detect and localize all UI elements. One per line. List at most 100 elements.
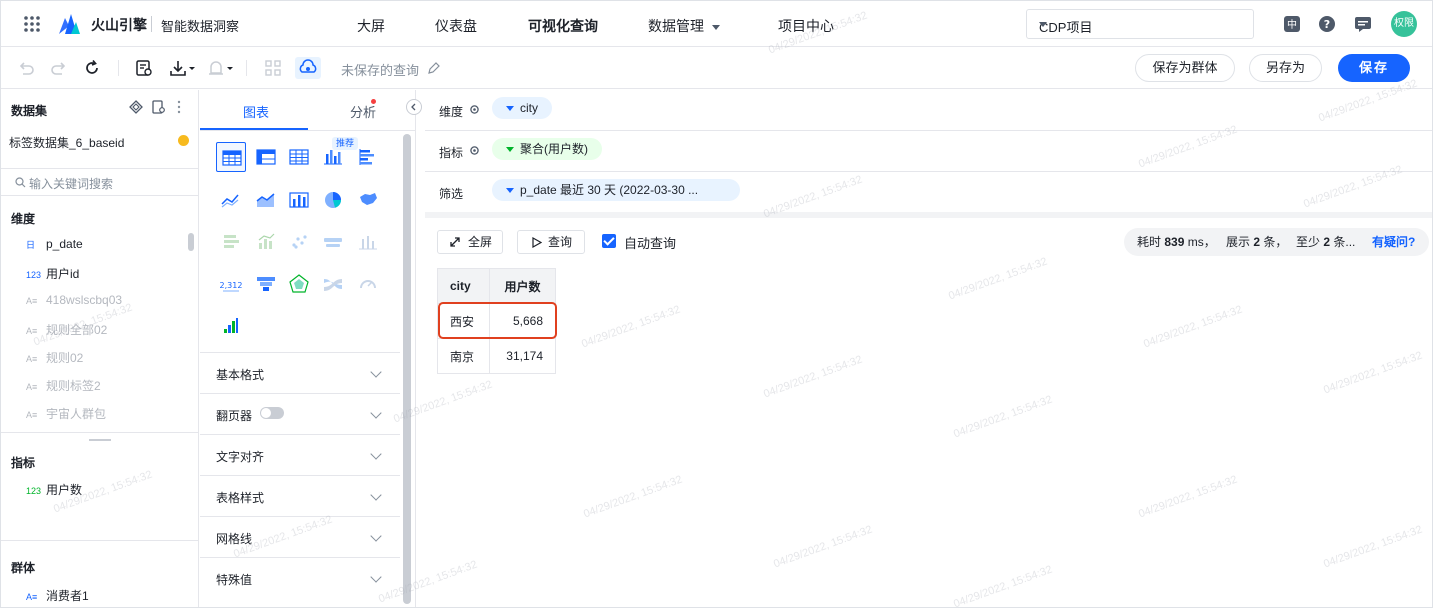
- dimension-field[interactable]: A≡ 规则标签2: [26, 377, 101, 394]
- dimension-scrollbar[interactable]: [188, 233, 194, 251]
- dimension-pill-city[interactable]: city: [492, 97, 552, 119]
- field-name: 418wslscbq03: [46, 293, 123, 307]
- collapse-panel-button[interactable]: [406, 99, 422, 115]
- more-icon[interactable]: [176, 100, 182, 114]
- map-chart-icon[interactable]: [353, 185, 383, 215]
- radar-chart-icon[interactable]: [284, 269, 314, 299]
- pivot-table-icon[interactable]: [251, 142, 281, 172]
- text-type-icon: A≡: [26, 382, 38, 392]
- alert-icon[interactable]: [206, 58, 236, 78]
- dimension-field[interactable]: A≡ 规则02: [26, 349, 83, 366]
- project-select[interactable]: CDP项目: [1026, 9, 1254, 39]
- scatter-chart-icon[interactable]: [284, 227, 314, 257]
- area-chart-icon[interactable]: [251, 185, 281, 215]
- chevron-down-icon: [370, 448, 382, 460]
- column-chart-icon[interactable]: [353, 227, 383, 257]
- nav-data-management[interactable]: 数据管理: [648, 16, 720, 36]
- pie-chart-icon[interactable]: [318, 185, 348, 215]
- funnel-chart-icon[interactable]: [251, 269, 281, 299]
- stats-text: 条，: [1263, 235, 1288, 249]
- gear-icon[interactable]: [469, 104, 480, 115]
- caret-down-icon: [506, 106, 514, 111]
- tab-analysis[interactable]: 分析: [350, 102, 376, 121]
- group-field[interactable]: A≡ 消费者1: [26, 587, 89, 604]
- chart-panel-scrollbar[interactable]: [403, 134, 411, 604]
- line-chart-icon[interactable]: [216, 185, 246, 215]
- app-grid-icon[interactable]: [23, 15, 41, 33]
- help-icon[interactable]: ?: [1318, 15, 1336, 33]
- watermark: 04/29/2022, 15:54:32: [952, 563, 1054, 608]
- field-name: 宇宙人群包: [46, 407, 107, 421]
- section-table-style[interactable]: 表格样式: [200, 475, 400, 516]
- pager-toggle[interactable]: [260, 407, 284, 419]
- section-text-align[interactable]: 文字对齐: [200, 434, 400, 475]
- word-cloud-icon[interactable]: [318, 227, 348, 257]
- trend-bar-icon[interactable]: [251, 227, 281, 257]
- dimension-field-p-date[interactable]: 日 p_date: [26, 237, 83, 251]
- number-type-icon: 123: [26, 486, 42, 496]
- undo-icon[interactable]: [16, 58, 36, 78]
- dimension-field[interactable]: A≡ 418wslscbq03: [26, 293, 122, 307]
- gauge-chart-icon[interactable]: [353, 269, 383, 299]
- table-chart-icon[interactable]: [216, 142, 246, 172]
- layout-grid-icon[interactable]: [263, 58, 283, 78]
- run-query-button[interactable]: 查询: [517, 230, 585, 254]
- stats-text: 至少: [1296, 235, 1321, 249]
- dimension-field-user-id[interactable]: 123 用户id: [26, 265, 79, 282]
- column-header-user-count[interactable]: 用户数: [489, 268, 556, 304]
- redo-icon[interactable]: [49, 58, 69, 78]
- nav-big-screen[interactable]: 大屏: [357, 16, 385, 36]
- sankey-chart-icon[interactable]: [318, 269, 348, 299]
- table-cell-value[interactable]: 31,174: [489, 338, 556, 374]
- toolbar-divider: [246, 60, 247, 76]
- section-gap: [425, 212, 1432, 218]
- filter-pill-p-date[interactable]: p_date 最近 30 天 (2022-03-30 ...: [492, 179, 740, 201]
- save-button[interactable]: 保存: [1338, 54, 1410, 82]
- resize-handle[interactable]: [89, 439, 111, 441]
- dimension-field[interactable]: A≡ 宇宙人群包: [26, 405, 106, 422]
- column-header-city[interactable]: city: [437, 268, 490, 304]
- step-chart-icon[interactable]: [216, 311, 246, 341]
- user-avatar[interactable]: 权限: [1391, 11, 1417, 37]
- download-icon[interactable]: [168, 58, 198, 78]
- combo-chart-icon[interactable]: [284, 185, 314, 215]
- date-type-icon: 日: [26, 240, 36, 250]
- gear-icon[interactable]: [469, 145, 480, 156]
- field-search-input[interactable]: 输入关键词搜索: [1, 168, 199, 196]
- auto-query-checkbox[interactable]: [602, 234, 616, 248]
- nav-visual-query[interactable]: 可视化查询: [528, 16, 598, 36]
- stats-value: 839: [1164, 235, 1185, 249]
- section-pager[interactable]: 翻页器: [200, 393, 400, 434]
- help-link[interactable]: 有疑问?: [1372, 228, 1415, 256]
- detail-table-icon[interactable]: [284, 142, 314, 172]
- kpi-number-icon[interactable]: 2,312: [216, 269, 246, 299]
- sync-cloud-icon[interactable]: [295, 57, 321, 79]
- search-icon: [15, 177, 26, 188]
- metric-label: 指标: [439, 146, 464, 160]
- refresh-icon[interactable]: [82, 58, 102, 78]
- fullscreen-button[interactable]: 全屏: [437, 230, 503, 254]
- section-basic-format[interactable]: 基本格式: [200, 352, 400, 393]
- language-icon[interactable]: 中: [1283, 15, 1301, 33]
- stacked-bar-icon[interactable]: [216, 227, 246, 257]
- metric-pill-user-count[interactable]: 聚合(用户数): [492, 138, 602, 160]
- chevron-left-icon: [411, 103, 416, 111]
- tab-chart[interactable]: 图表: [243, 102, 269, 121]
- save-as-group-button[interactable]: 保存为群体: [1135, 54, 1235, 82]
- message-icon[interactable]: [1354, 15, 1372, 33]
- field-name: 规则02: [46, 351, 84, 365]
- table-cell-city[interactable]: 南京: [437, 338, 490, 374]
- edit-icon[interactable]: [427, 61, 441, 75]
- section-special-values[interactable]: 特殊值: [200, 557, 400, 598]
- relation-icon[interactable]: [129, 100, 143, 114]
- fullscreen-label: 全屏: [468, 235, 493, 249]
- dataset-settings-icon[interactable]: [152, 100, 165, 114]
- dimension-pill-label: city: [520, 101, 538, 115]
- query-preview-icon[interactable]: [134, 58, 154, 78]
- dimension-row: 维度 city: [425, 90, 1432, 131]
- horizontal-bar-icon[interactable]: [353, 142, 383, 172]
- save-as-button[interactable]: 另存为: [1249, 54, 1322, 82]
- dataset-name[interactable]: 标签数据集_6_baseid: [9, 134, 124, 151]
- caret-down-icon: [506, 188, 514, 193]
- nav-dashboard[interactable]: 仪表盘: [435, 16, 477, 36]
